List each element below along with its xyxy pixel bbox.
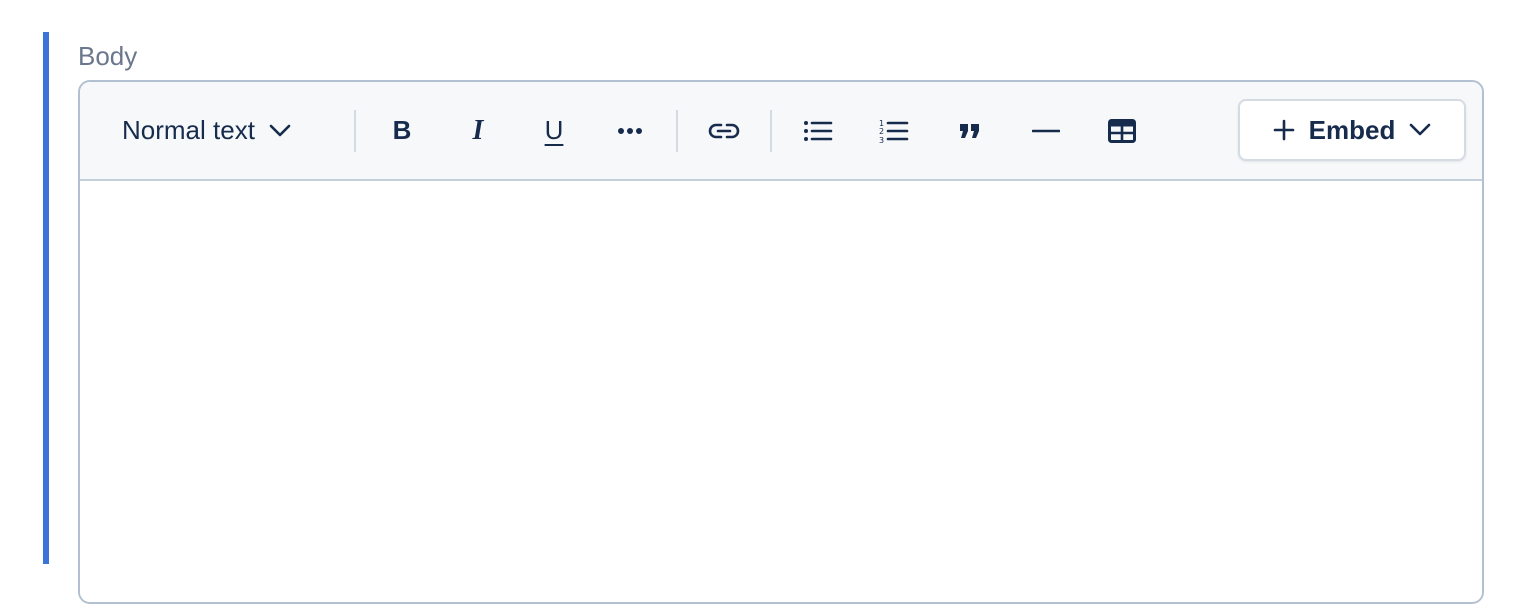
chevron-down-icon (1409, 123, 1431, 137)
divider-button[interactable] (1020, 82, 1072, 179)
underline-button[interactable]: U (528, 82, 580, 179)
quote-button[interactable] (944, 82, 996, 179)
quote-icon (958, 122, 982, 140)
embed-button[interactable]: Embed (1238, 99, 1466, 161)
text-style-dropdown[interactable]: Normal text (110, 82, 340, 179)
more-formatting-button[interactable] (604, 82, 656, 179)
horizontal-rule-icon (1032, 129, 1060, 133)
chevron-down-icon (269, 124, 291, 138)
embed-label: Embed (1308, 114, 1396, 145)
svg-text:3: 3 (879, 136, 884, 144)
numbered-list-button[interactable]: 1 2 3 (868, 82, 920, 179)
link-button[interactable] (698, 82, 750, 179)
link-icon (708, 121, 740, 141)
toolbar-separator (354, 110, 356, 152)
field-label: Body (78, 41, 138, 71)
plus-icon (1273, 119, 1295, 141)
editor-toolbar: Normal text B I U 1 2 3 Embed (80, 82, 1482, 181)
table-button[interactable] (1096, 82, 1148, 179)
bullet-list-button[interactable] (792, 82, 844, 179)
text-style-label: Normal text (122, 115, 255, 145)
more-dots-icon (617, 127, 643, 135)
rich-text-editor: Normal text B I U 1 2 3 Embed (78, 80, 1484, 604)
italic-icon: I (472, 114, 484, 146)
numbered-list-icon: 1 2 3 (879, 118, 909, 144)
italic-button[interactable]: I (452, 82, 504, 179)
underline-icon: U (544, 115, 564, 145)
table-icon (1108, 118, 1136, 143)
field-focus-accent-bar (43, 32, 49, 564)
bold-button[interactable]: B (376, 82, 428, 179)
bullet-list-icon (803, 119, 833, 143)
editor-content-area[interactable] (80, 181, 1482, 601)
toolbar-separator (676, 110, 678, 152)
bold-icon: B (392, 115, 412, 145)
toolbar-separator (770, 110, 772, 152)
svg-text:2: 2 (879, 127, 884, 136)
